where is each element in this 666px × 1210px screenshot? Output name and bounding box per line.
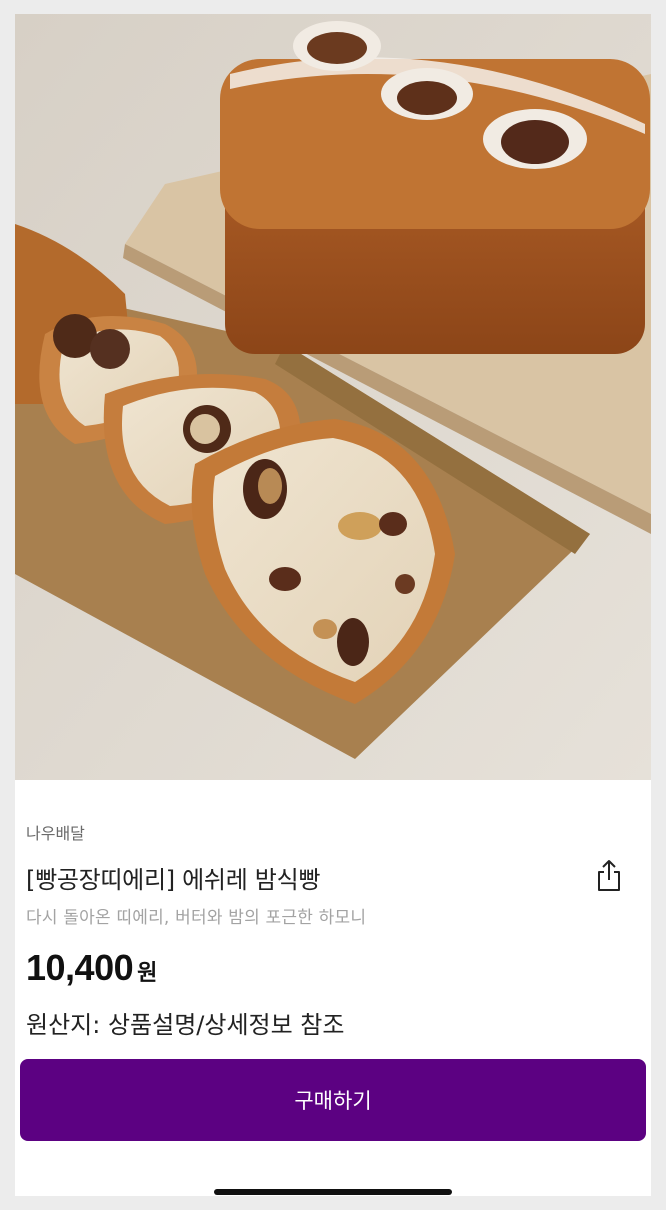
seller-name: 나우배달 bbox=[26, 824, 85, 843]
product-card: 나우배달 [빵공장띠에리] 에쉬레 밤식빵 다시 돌아온 띠에리, 버터와 밤의… bbox=[15, 14, 651, 1196]
home-indicator bbox=[214, 1189, 452, 1195]
product-subtitle: 다시 돌아온 띠에리, 버터와 밤의 포근한 하모니 bbox=[26, 908, 367, 928]
origin-info: 원산지: 상품설명/상세정보 참조 bbox=[26, 1011, 345, 1039]
share-button[interactable] bbox=[589, 856, 629, 896]
product-image[interactable] bbox=[15, 14, 651, 780]
price-value: 10,400 bbox=[26, 947, 134, 988]
buy-button[interactable]: 구매하기 bbox=[20, 1059, 646, 1141]
share-icon bbox=[598, 860, 620, 891]
product-price: 10,400 원 bbox=[26, 947, 157, 989]
product-title: [빵공장띠에리] 에쉬레 밤식빵 bbox=[26, 866, 321, 894]
price-unit: 원 bbox=[137, 961, 158, 986]
